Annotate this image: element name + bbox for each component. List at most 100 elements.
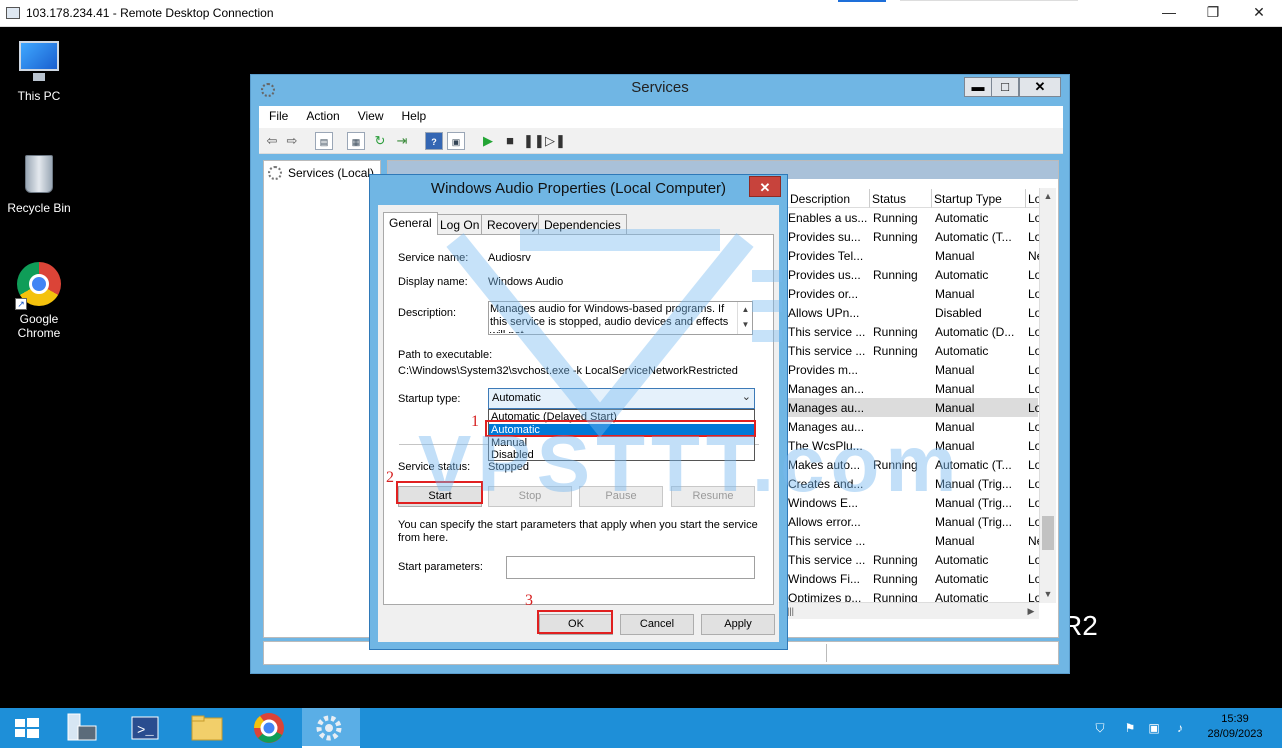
vertical-scrollbar[interactable]: ▲ ▼ [1039,188,1056,603]
rdp-close-button[interactable]: ✕ [1236,0,1282,27]
table-cell-startup: Manual [935,382,975,396]
table-row[interactable]: This service ... Manual Ne [788,531,1043,550]
show-hide-tree-icon[interactable]: ▤ [315,132,333,150]
table-row[interactable]: Provides Tel... Manual Ne [788,246,1043,265]
column-header[interactable]: Startup Type [932,189,1026,208]
powershell-button[interactable]: >_ [122,708,168,748]
network-icon[interactable]: ▣ [1146,721,1162,735]
start-parameters-input[interactable] [506,556,755,579]
pause-button[interactable]: Pause [579,486,663,507]
action-center-icon[interactable]: ⚑ [1122,721,1138,735]
network-shield-icon[interactable]: ⛉ [1092,721,1108,735]
table-cell-description: Provides or... [788,287,859,301]
rdp-minimize-button[interactable]: — [1146,0,1192,27]
option-automatic-delayed[interactable]: Automatic (Delayed Start) [489,411,754,424]
table-row[interactable]: Windows Fi... Running Automatic Lo [788,569,1041,588]
column-header[interactable]: Status [870,189,932,208]
table-cell-startup: Disabled [935,306,982,320]
tab-recovery[interactable]: Recovery [481,214,544,234]
table-row[interactable]: Provides m... Manual Lo [788,360,1041,379]
horizontal-scrollbar[interactable]: ||| ▶ [787,602,1039,619]
table-cell-description: Allows UPn... [788,306,860,320]
server-manager-button[interactable] [58,708,104,748]
tab-dependencies[interactable]: Dependencies [538,214,627,234]
properties-sheet-icon[interactable]: ▦ [347,132,365,150]
scroll-down-icon[interactable]: ▼ [738,317,753,332]
help-icon[interactable]: ? [425,132,443,150]
table-row[interactable]: Enables a us... Running Automatic Lo [788,208,1041,227]
scroll-up-icon[interactable]: ▲ [1040,188,1056,204]
table-row[interactable]: Makes auto... Running Automatic (T... Lo [788,455,1041,474]
services-taskbar-button[interactable] [302,708,360,748]
table-row[interactable]: Manages au... Manual Lo [788,417,1041,436]
description-textbox[interactable]: Manages audio for Windows-based programs… [488,301,753,335]
menu-file[interactable]: File [259,106,296,123]
refresh-icon[interactable]: ↻ [371,132,389,150]
console-view-icon[interactable]: ▣ [447,132,465,150]
table-row[interactable]: Allows UPn... Disabled Lo [788,303,1041,322]
back-arrow-icon[interactable]: ⇦ [263,132,281,150]
taskbar-clock[interactable]: 15:39 28/09/2023 [1200,712,1270,742]
desktop-icon-this-pc[interactable]: This PC [1,37,77,103]
menu-view[interactable]: View [348,106,392,123]
desktop-icon-google-chrome[interactable]: ↗ Google Chrome [1,260,77,340]
restart-service-icon[interactable]: ▷❚ [545,132,566,150]
scroll-up-icon[interactable]: ▲ [738,302,753,317]
table-row[interactable]: Windows E... Manual (Trig... Lo [788,493,1041,512]
menu-action[interactable]: Action [296,106,347,123]
start-button[interactable] [0,708,54,748]
option-disabled[interactable]: Disabled [489,449,754,462]
description-scrollbar[interactable]: ▲ ▼ [737,302,752,334]
tab-general[interactable]: General [383,212,438,235]
export-list-icon[interactable]: ⇥ [393,132,411,150]
table-row[interactable]: This service ... Running Automatic Lo [788,550,1041,569]
scroll-right-icon[interactable]: ▶ [1023,603,1039,619]
chrome-taskbar-button[interactable] [246,708,292,748]
table-row[interactable]: Manages an... Manual Lo [788,379,1041,398]
scroll-down-icon[interactable]: ▼ [1040,586,1056,602]
tab-log-on[interactable]: Log On [434,214,486,234]
table-row[interactable]: Provides or... Manual Lo [788,284,1041,303]
services-minimize-button[interactable]: ▬ [964,77,992,97]
services-maximize-button[interactable]: □ [991,77,1019,97]
menu-bar: File Action View Help [259,106,1063,128]
table-row[interactable]: This service ... Running Automatic (D... Lo [788,322,1041,341]
stop-service-icon[interactable]: ■ [501,132,519,150]
description-value: Manages audio for Windows-based programs… [490,303,729,333]
ok-button[interactable]: OK [539,614,613,635]
table-row[interactable]: Provides su... Running Automatic (T... Lo [788,227,1041,246]
cancel-button[interactable]: Cancel [620,614,694,635]
file-explorer-button[interactable] [184,708,230,748]
annotation-step-1: 1 [471,413,479,430]
startup-type-select[interactable]: Automatic ⌄ [488,388,755,409]
resume-button[interactable]: Resume [671,486,755,507]
table-row[interactable]: Provides us... Running Automatic Lo [788,265,1041,284]
table-cell-description: Allows error... [788,515,861,529]
table-row[interactable]: Allows error... Manual (Trig... Lo [788,512,1041,531]
menu-help[interactable]: Help [392,106,435,123]
services-close-button[interactable]: ✕ [1019,77,1061,97]
column-header[interactable]: Description [788,189,870,208]
scroll-grip-icon[interactable]: ||| [787,605,801,617]
table-cell-description: Provides Tel... [788,249,864,263]
start-button[interactable]: Start [398,486,482,507]
dialog-close-button[interactable]: ✕ [749,176,781,197]
stop-button[interactable]: Stop [488,486,572,507]
start-service-icon[interactable]: ▶ [479,132,497,150]
table-cell-status: Running [873,268,918,282]
apply-button[interactable]: Apply [701,614,775,635]
start-parameters-label: Start parameters: [398,561,483,573]
service-status-value: Stopped [488,461,529,473]
scroll-thumb[interactable] [1042,516,1054,550]
rdp-restore-button[interactable]: ❐ [1190,0,1236,27]
table-row[interactable]: Manages au... Manual Lo [788,398,1041,417]
table-row[interactable]: Creates and... Manual (Trig... Lo [788,474,1041,493]
volume-muted-icon[interactable]: ♪ [1172,721,1188,735]
pause-service-icon[interactable]: ❚❚ [523,132,545,150]
option-automatic[interactable]: Automatic [489,424,754,437]
table-row[interactable]: This service ... Running Automatic Lo [788,341,1041,360]
desktop-icon-recycle-bin[interactable]: Recycle Bin [1,149,77,215]
table-row[interactable]: The WcsPlu... Manual Lo [788,436,1041,455]
forward-arrow-icon[interactable]: ⇨ [283,132,301,150]
tree-item-services-local[interactable]: Services (Local) [268,166,374,180]
